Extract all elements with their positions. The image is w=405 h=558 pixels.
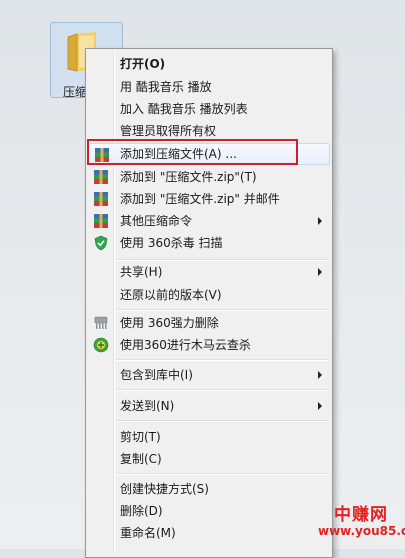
menu-item-label: 共享(H) — [120, 265, 163, 279]
menu-item-label: 发送到(N) — [120, 399, 175, 413]
menu-item-label: 加入 酷我音乐 播放列表 — [120, 102, 248, 116]
submenu-arrow-icon — [318, 268, 322, 276]
menu-item-create-shortcut[interactable]: 创建快捷方式(S) — [88, 478, 330, 500]
menu-item-label: 其他压缩命令 — [120, 214, 193, 228]
menu-item-label: 复制(C) — [120, 452, 162, 466]
menu-item-label: 用 酷我音乐 播放 — [120, 80, 212, 94]
menu-item-label: 使用 360杀毒 扫描 — [120, 236, 223, 250]
menu-item-label: 管理员取得所有权 — [120, 124, 217, 138]
menu-item-label: 添加到 "压缩文件.zip" 并邮件 — [120, 192, 280, 206]
360-shield-icon — [94, 235, 108, 251]
highlight-annotation-box — [87, 139, 298, 165]
menu-item-label: 打开(O) — [120, 57, 166, 71]
menu-item-label: 包含到库中(I) — [120, 368, 193, 382]
submenu-arrow-icon — [318, 217, 322, 225]
menu-item-label: 还原以前的版本(V) — [120, 288, 222, 302]
menu-item-360-scan[interactable]: 使用 360杀毒 扫描 — [88, 232, 330, 254]
menu-item-copy[interactable]: 复制(C) — [88, 448, 330, 470]
watermark-url: www.you85.cn — [318, 523, 405, 538]
menu-separator — [116, 420, 328, 422]
shredder-icon — [94, 316, 108, 329]
menu-item-kuwo-add-playlist[interactable]: 加入 酷我音乐 播放列表 — [88, 98, 330, 120]
menu-item-delete[interactable]: 删除(D) — [88, 500, 330, 522]
menu-item-restore-versions[interactable]: 还原以前的版本(V) — [88, 284, 330, 306]
menu-item-label: 使用 360强力删除 — [120, 316, 219, 330]
submenu-arrow-icon — [318, 402, 322, 410]
site-watermark: 中赚网 www.you85.cn — [318, 505, 405, 538]
menu-item-label: 使用360进行木马云查杀 — [120, 338, 251, 352]
context-menu: 打开(O) 用 酷我音乐 播放 加入 酷我音乐 播放列表 管理员取得所有权 添加… — [85, 48, 333, 558]
menu-item-share[interactable]: 共享(H) — [88, 261, 330, 283]
menu-separator — [116, 359, 328, 361]
menu-separator — [116, 473, 328, 475]
menu-item-360-force-delete[interactable]: 使用 360强力删除 — [88, 312, 330, 334]
winrar-archive-icon — [94, 192, 108, 206]
menu-separator — [116, 309, 328, 311]
submenu-arrow-icon — [318, 371, 322, 379]
menu-item-kuwo-play[interactable]: 用 酷我音乐 播放 — [88, 76, 330, 98]
menu-item-include-in-library[interactable]: 包含到库中(I) — [88, 364, 330, 386]
menu-item-label: 添加到 "压缩文件.zip"(T) — [120, 170, 257, 184]
360-trojan-icon — [93, 337, 109, 353]
menu-item-open[interactable]: 打开(O) — [88, 53, 330, 75]
desktop-icon-label: 压缩 — [63, 85, 88, 99]
menu-item-360-trojan-scan[interactable]: 使用360进行木马云查杀 — [88, 334, 330, 356]
menu-item-label: 重命名(M) — [120, 526, 176, 540]
menu-item-label: 删除(D) — [120, 504, 163, 518]
menu-item-add-to-zip[interactable]: 添加到 "压缩文件.zip"(T) — [88, 166, 330, 188]
menu-separator — [116, 389, 328, 391]
winrar-archive-icon — [94, 170, 108, 184]
menu-item-label: 创建快捷方式(S) — [120, 482, 209, 496]
watermark-title: 中赚网 — [334, 505, 388, 525]
menu-item-send-to[interactable]: 发送到(N) — [88, 395, 330, 417]
menu-item-cut[interactable]: 剪切(T) — [88, 426, 330, 448]
menu-item-other-compress[interactable]: 其他压缩命令 — [88, 210, 330, 232]
menu-item-label: 剪切(T) — [120, 430, 161, 444]
menu-item-add-to-zip-email[interactable]: 添加到 "压缩文件.zip" 并邮件 — [88, 188, 330, 210]
winrar-archive-icon — [94, 214, 108, 228]
menu-item-rename[interactable]: 重命名(M) — [88, 522, 330, 544]
